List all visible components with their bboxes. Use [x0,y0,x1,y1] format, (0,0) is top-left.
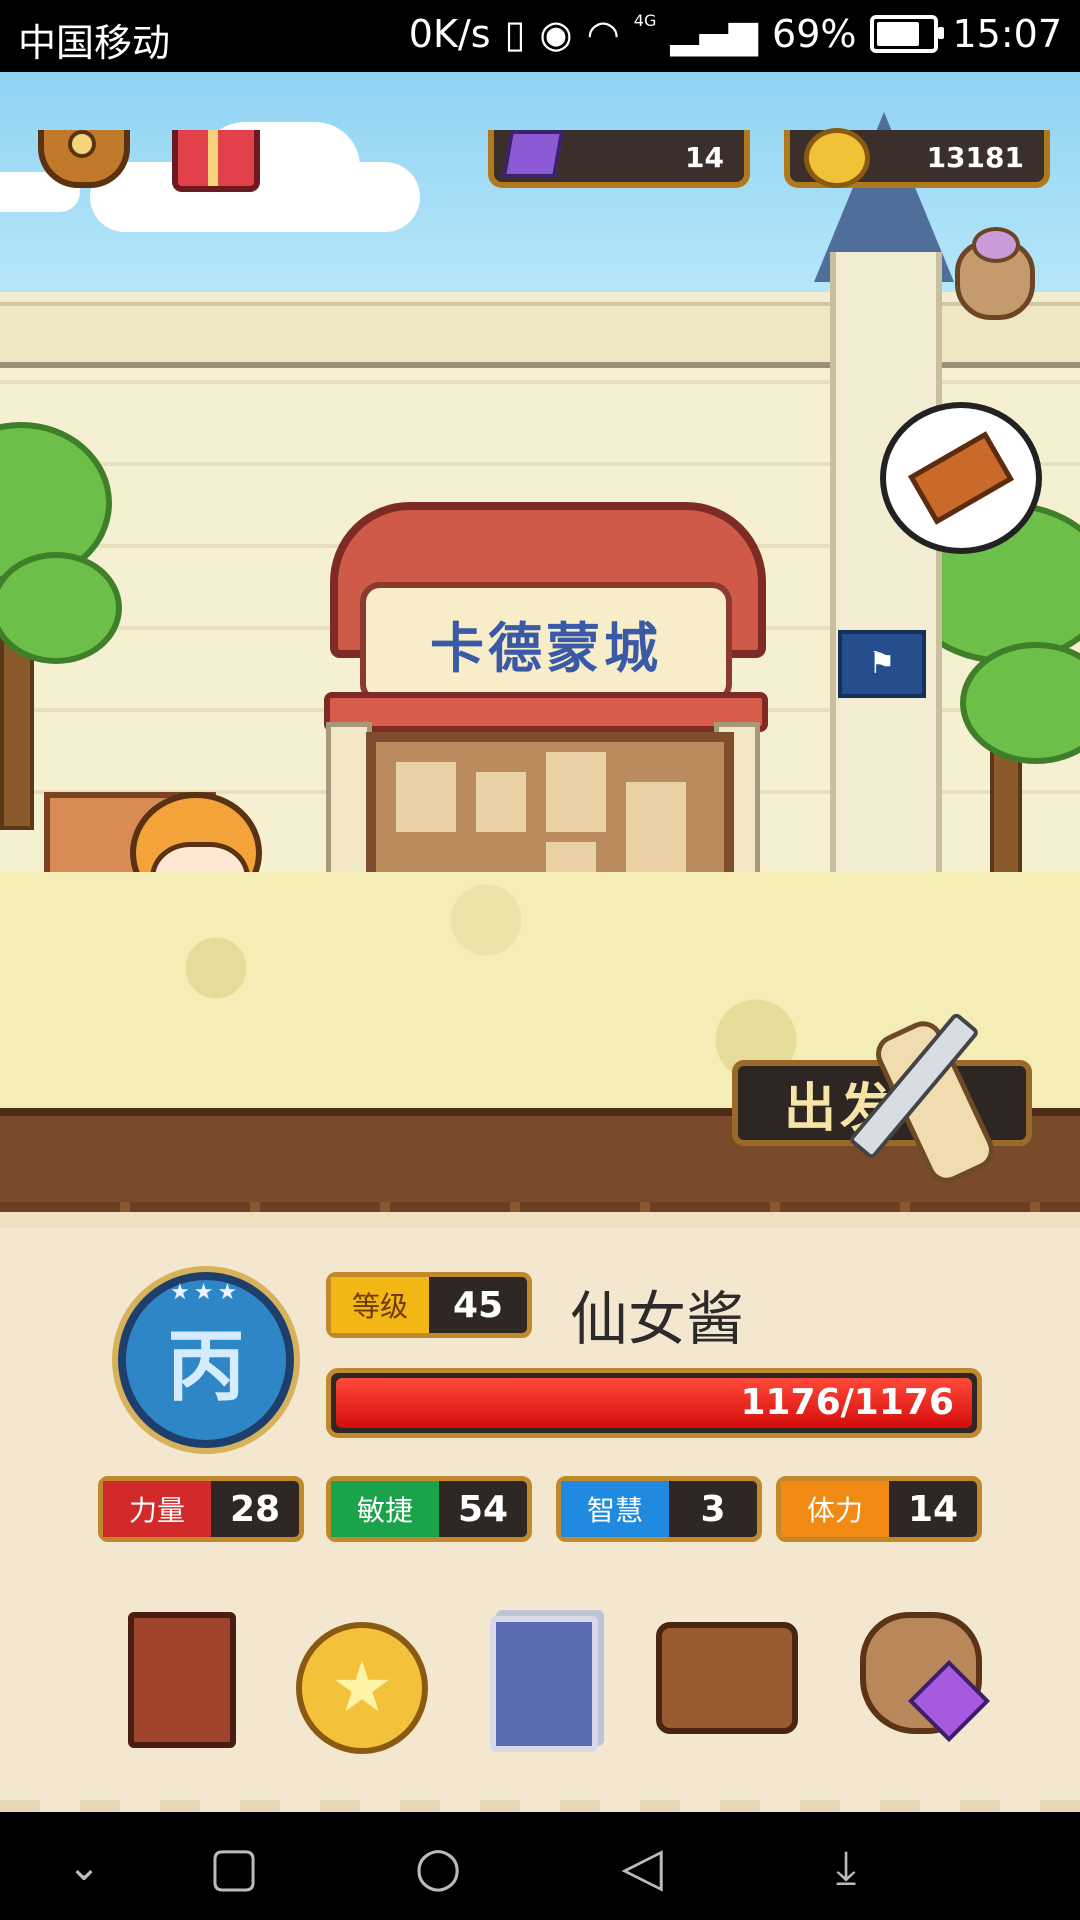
battery-percent: 69% [772,12,857,56]
gift-icon[interactable] [172,130,260,192]
wifi-icon: ◠ [586,12,620,56]
stat-strength: 力量 28 [98,1476,304,1542]
recents-icon[interactable]: ▢ [194,1840,274,1894]
level-value: 45 [452,1284,504,1326]
network-speed: 0K/s [408,12,491,56]
network-type: 4G [633,10,657,30]
town-sign: 卡德蒙城 [360,582,732,704]
coin-icon [804,128,870,188]
hp-bar: 1176/1176 [326,1368,982,1438]
quest-paper [476,772,526,832]
guild-flag: ⚑ [838,630,926,698]
home-icon[interactable]: ○ [398,1840,478,1894]
gem-counter[interactable]: 14 [488,130,750,188]
stat-label: 体力 [781,1481,889,1537]
hp-bar-fill: 1176/1176 [336,1378,972,1428]
player-name: 仙女酱 [570,1285,745,1353]
hero-book-icon[interactable] [118,1602,238,1748]
watch-tower [830,252,942,872]
rank-label: 丙 [166,1322,245,1412]
stat-value: 28 [229,1488,281,1530]
stat-label: 智慧 [561,1481,669,1537]
vibrate-icon: ▯ [504,12,526,56]
notice-board-building[interactable]: 卡德蒙城 [324,502,768,932]
level-label: 等级 [331,1277,429,1333]
clock: 15:07 [952,12,1062,56]
game-screen: 中国移动 0K/s ▯ ◉ ◠ 4G ▂▄▆ 69% 15:07 ⚑ 卡德蒙城 … [0,0,1080,1920]
collapse-icon[interactable]: ⌄ [44,1842,124,1892]
battery-icon [870,15,945,53]
quest-paper [396,762,456,832]
eye-icon: ◉ [539,12,573,56]
level-badge: 等级 45 [326,1272,532,1338]
stat-label: 力量 [103,1481,211,1537]
coin-counter[interactable]: 13181 [784,128,1050,188]
card-deck-icon[interactable] [480,1602,600,1752]
notifications-icon[interactable]: ⤓ [806,1842,886,1892]
star-coin-icon[interactable]: ★ [292,1602,428,1754]
rank-stars-icon: ★★★ [170,1280,242,1305]
quest-paper [626,782,686,872]
loot-pouch-icon[interactable] [955,227,1035,320]
system-nav-bar: ⌄ ▢ ○ ◁ ⤓ [0,1812,1080,1920]
coin-count: 13181 [926,141,1024,174]
stat-agility: 敏捷 54 [326,1476,532,1542]
status-bar: 中国移动 0K/s ▯ ◉ ◠ 4G ▂▄▆ 69% 15:07 [0,0,1080,72]
stat-label: 敏捷 [331,1481,439,1537]
stat-stamina: 体力 14 [776,1476,982,1542]
hammer-icon [908,431,1014,525]
quest-paper [546,752,606,832]
building-beam [324,692,768,732]
gem-icon [501,130,565,178]
stat-value: 54 [457,1488,509,1530]
forge-speech-bubble[interactable] [880,402,1042,554]
hp-text: 1176/1176 [740,1382,954,1423]
stat-value: 3 [700,1488,726,1530]
gem-count: 14 [685,141,724,174]
player-panel: 丙 ★★★ 等级 45 仙女酱 1176/1176 力量 28 敏捷 54 智慧… [0,1212,1080,1812]
back-icon[interactable]: ◁ [602,1840,682,1894]
inventory-bag-icon[interactable] [656,1602,798,1742]
signal-icon: ▂▄▆ [670,12,759,56]
treasure-pouch-icon[interactable] [840,1602,991,1743]
town-scene: ⚑ 卡德蒙城 14 13181 出发 [0,72,1080,1212]
carrier-label: 中国移动 [18,21,171,65]
stat-value: 14 [907,1488,959,1530]
stat-wisdom: 智慧 3 [556,1476,762,1542]
